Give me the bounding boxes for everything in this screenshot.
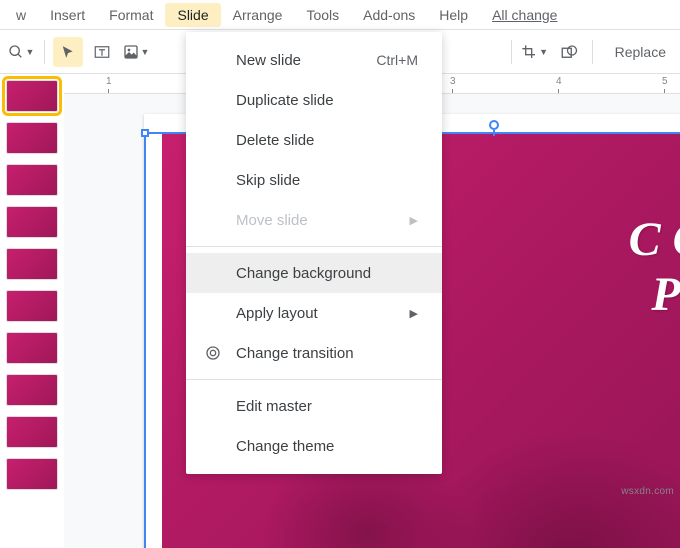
menu-item-label: Apply layout	[236, 305, 318, 322]
thumbnail-4[interactable]	[6, 206, 58, 238]
select-tool[interactable]	[53, 37, 83, 67]
thumbnail-6[interactable]	[6, 290, 58, 322]
menu-shortcut: Ctrl+M	[376, 52, 418, 68]
menu-item-label: Duplicate slide	[236, 92, 334, 109]
menu-change-theme[interactable]: Change theme	[186, 426, 442, 466]
menu-item-insert[interactable]: Insert	[38, 3, 97, 27]
submenu-arrow-icon: ▶	[410, 214, 418, 227]
watermark: wsxdn.com	[621, 486, 674, 497]
separator	[44, 40, 45, 64]
image-tool[interactable]: ▼	[121, 37, 151, 67]
replace-button[interactable]: Replace	[607, 40, 674, 64]
menu-apply-layout[interactable]: Apply layout ▶	[186, 293, 442, 333]
slide-menu-dropdown: New slide Ctrl+M Duplicate slide Delete …	[186, 32, 442, 474]
ruler-tick-label: 5	[662, 76, 668, 87]
menu-item-view[interactable]: w	[4, 3, 38, 27]
menu-item-label: Skip slide	[236, 172, 300, 189]
thumbnail-8[interactable]	[6, 374, 58, 406]
mask-tool[interactable]	[554, 37, 584, 67]
caret-down-icon: ▼	[26, 47, 35, 57]
menu-item-label: Delete slide	[236, 132, 314, 149]
ruler-tick-label: 4	[556, 76, 562, 87]
menu-item-slide[interactable]: Slide	[165, 3, 220, 27]
menu-item-format[interactable]: Format	[97, 3, 165, 27]
menu-skip-slide[interactable]: Skip slide	[186, 160, 442, 200]
separator	[511, 40, 512, 64]
menu-bar: w Insert Format Slide Arrange Tools Add-…	[0, 0, 680, 30]
menu-separator	[186, 379, 442, 380]
caret-down-icon: ▼	[141, 47, 150, 57]
rotate-handle[interactable]	[489, 120, 499, 130]
thumbnail-3[interactable]	[6, 164, 58, 196]
menu-item-label: Change theme	[236, 438, 334, 455]
resize-handle-top-left[interactable]	[141, 129, 149, 137]
thumbnail-2[interactable]	[6, 122, 58, 154]
transition-icon	[204, 344, 222, 362]
rotate-line	[493, 130, 495, 136]
menu-item-arrange[interactable]: Arrange	[221, 3, 295, 27]
crop-tool[interactable]: ▼	[520, 37, 550, 67]
thumbnail-10[interactable]	[6, 458, 58, 490]
menu-separator	[186, 246, 442, 247]
textbox-tool[interactable]	[87, 37, 117, 67]
menu-move-slide: Move slide ▶	[186, 200, 442, 240]
menu-item-label: Change background	[236, 265, 371, 282]
menu-delete-slide[interactable]: Delete slide	[186, 120, 442, 160]
ruler-tick-label: 3	[450, 76, 456, 87]
menu-new-slide[interactable]: New slide Ctrl+M	[186, 40, 442, 80]
menu-change-transition[interactable]: Change transition	[186, 333, 442, 373]
separator	[592, 40, 593, 64]
thumbnail-5[interactable]	[6, 248, 58, 280]
ruler-tick-label: 1	[106, 76, 112, 87]
menu-duplicate-slide[interactable]: Duplicate slide	[186, 80, 442, 120]
menu-item-help[interactable]: Help	[427, 3, 480, 27]
thumbnail-7[interactable]	[6, 332, 58, 364]
thumbnail-9[interactable]	[6, 416, 58, 448]
slide-thumbnails	[0, 74, 64, 548]
all-changes-link[interactable]: All change	[492, 7, 557, 23]
menu-edit-master[interactable]: Edit master	[186, 386, 442, 426]
caret-down-icon: ▼	[539, 47, 548, 57]
menu-item-tools[interactable]: Tools	[294, 3, 351, 27]
zoom-button[interactable]: ▼	[6, 37, 36, 67]
submenu-arrow-icon: ▶	[410, 307, 418, 320]
menu-item-label: New slide	[236, 52, 301, 69]
menu-item-label: Change transition	[236, 345, 354, 362]
menu-item-addons[interactable]: Add-ons	[351, 3, 427, 27]
menu-item-label: Edit master	[236, 398, 312, 415]
thumbnail-1[interactable]	[6, 80, 58, 112]
menu-change-background[interactable]: Change background	[186, 253, 442, 293]
menu-item-label: Move slide	[236, 212, 308, 229]
